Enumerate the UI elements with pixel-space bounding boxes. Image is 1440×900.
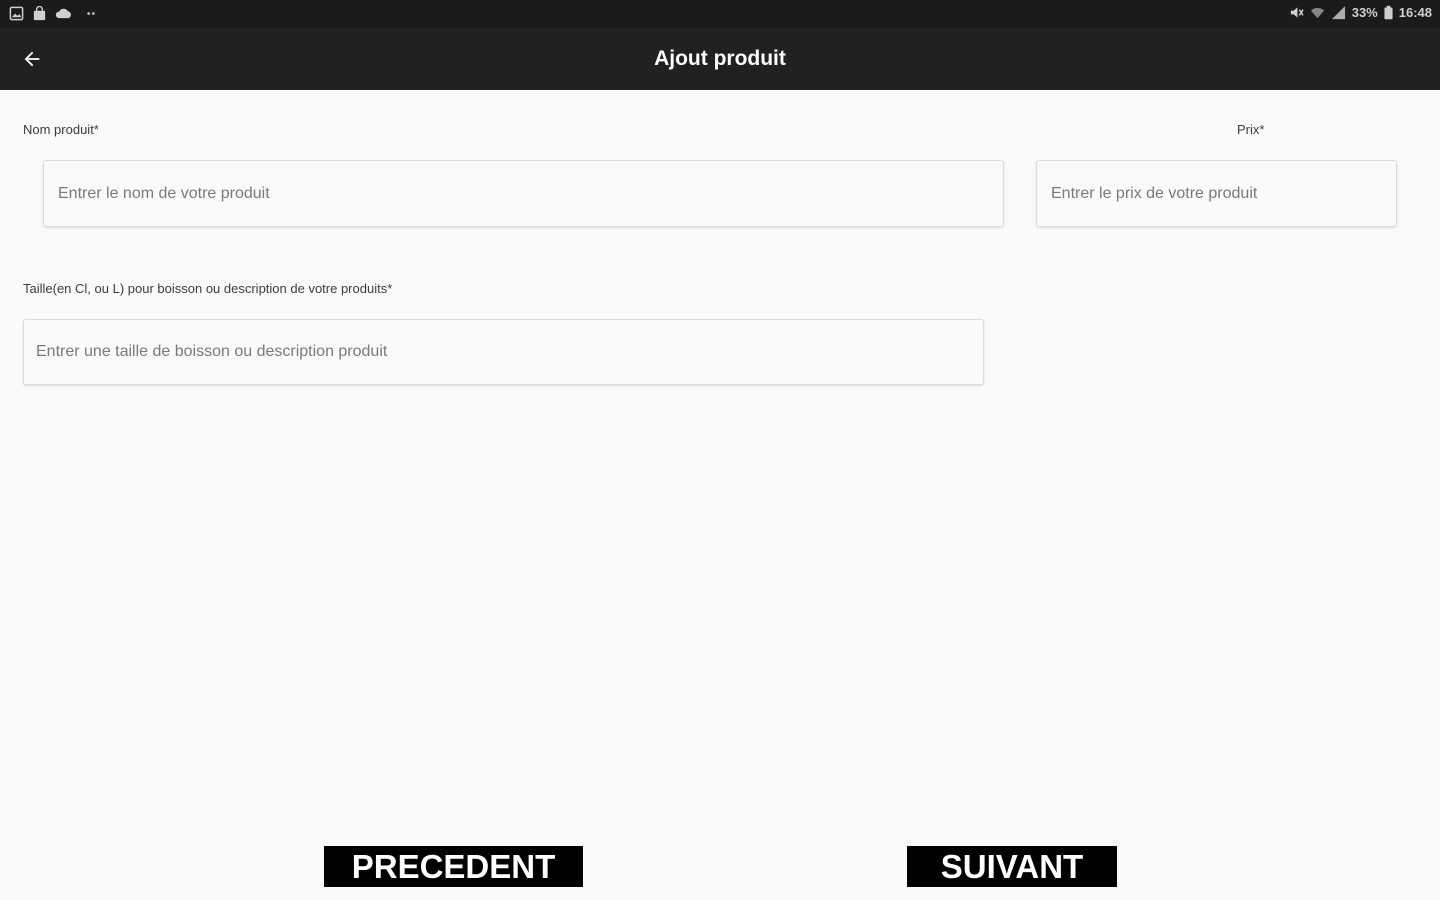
wifi-icon (1310, 7, 1324, 19)
previous-button[interactable]: PRECEDENT (324, 846, 583, 887)
product-name-label: Nom produit* (23, 122, 99, 137)
more-dots-icon (87, 12, 95, 15)
size-description-input[interactable] (23, 319, 984, 385)
bag-icon (33, 6, 46, 21)
gallery-icon (9, 6, 24, 21)
status-right: 33% 16:48 (1289, 5, 1432, 20)
battery-percent: 33% (1351, 5, 1378, 20)
size-description-label: Taille(en Cl, ou L) pour boisson ou desc… (23, 281, 393, 296)
page-title: Ajout produit (654, 47, 786, 70)
product-name-input[interactable] (43, 160, 1004, 227)
mute-icon (1290, 7, 1304, 18)
status-left-icons (9, 6, 99, 21)
battery-icon (1384, 5, 1393, 20)
signal-icon (1331, 5, 1345, 20)
status-time: 16:48 (1398, 5, 1432, 20)
price-label: Prix* (1237, 122, 1265, 137)
next-button[interactable]: SUIVANT (907, 846, 1117, 887)
price-input[interactable] (1036, 160, 1397, 227)
cloud-icon (55, 8, 71, 19)
app-bar: Ajout produit (0, 28, 1440, 90)
status-bar: 33% 16:48 (0, 0, 1440, 28)
